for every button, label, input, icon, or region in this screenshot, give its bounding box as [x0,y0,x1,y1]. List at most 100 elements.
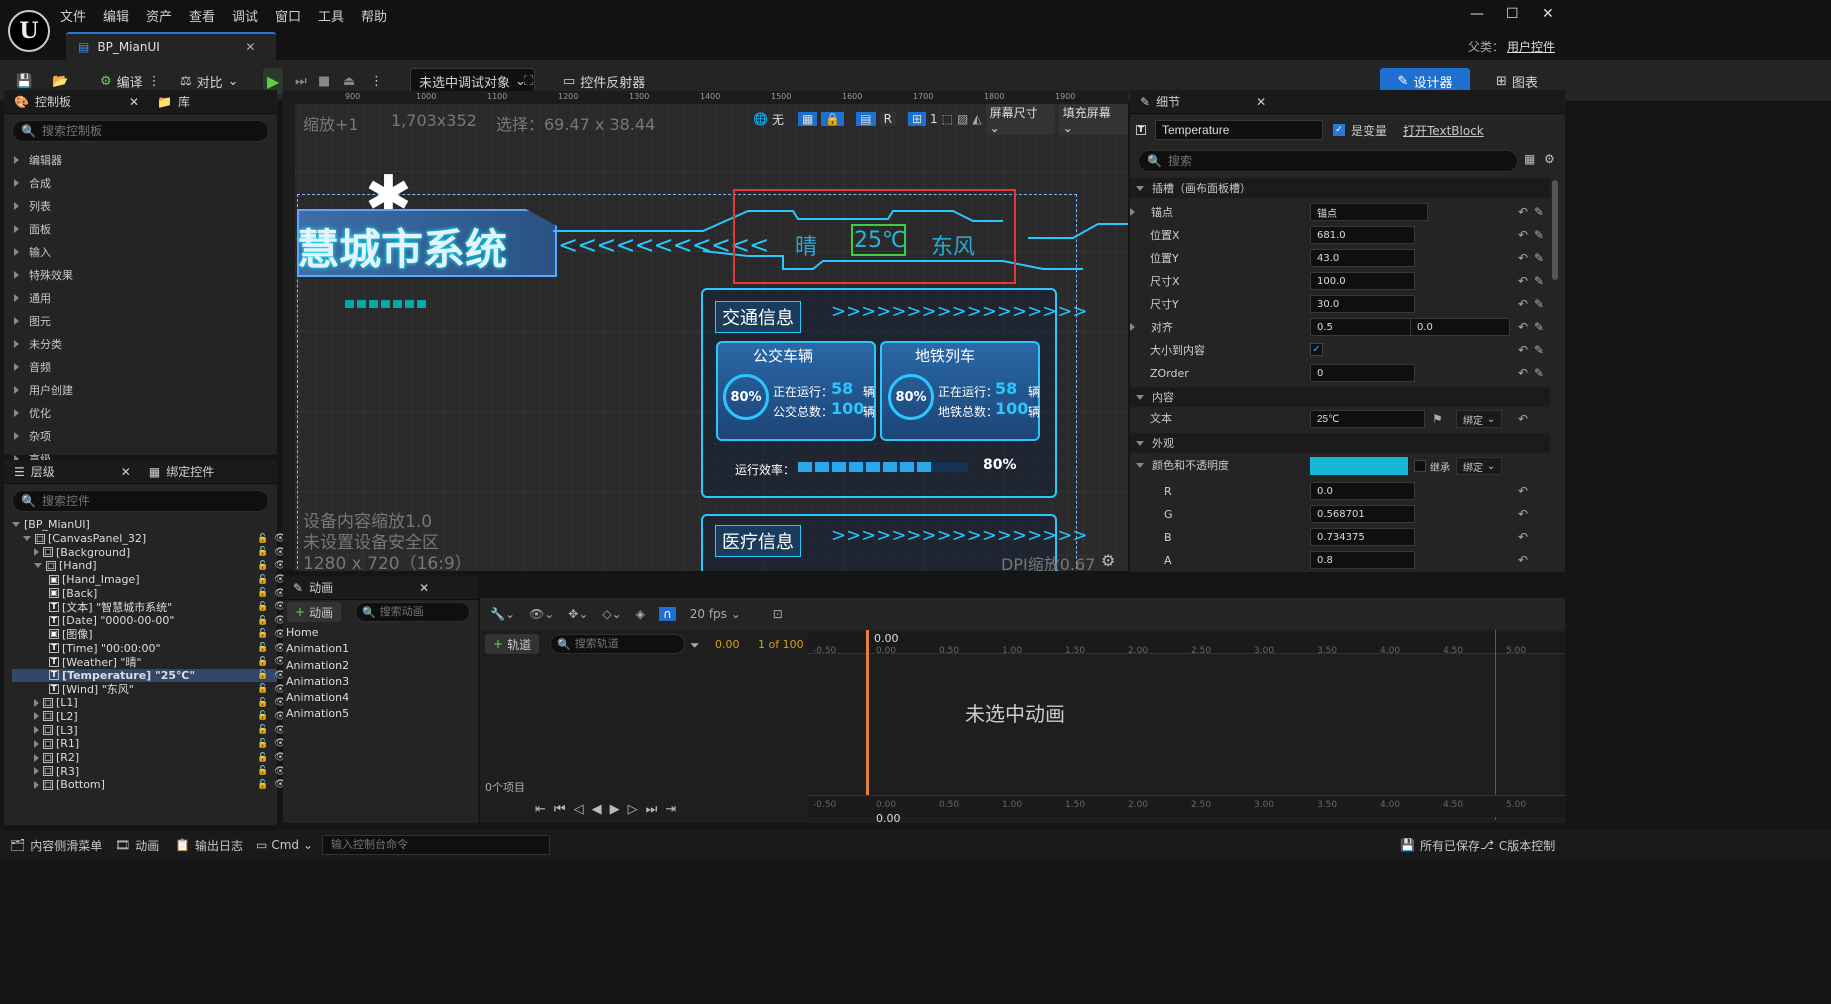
curve-editor-icon[interactable]: ⊡ [773,607,783,621]
console-input[interactable] [322,835,550,855]
palette-category[interactable]: 优化 [4,401,277,424]
details-tab[interactable]: ✎ 细节 ✕ [1140,93,1266,110]
animation-item[interactable]: Animation4 [286,691,349,707]
reset-icon[interactable]: ↶ [1518,484,1528,498]
tree-item[interactable]: T [文本] "智慧城市系统" 🔓 👁 [12,600,287,614]
tree-item[interactable]: □ [L1] 🔓 👁 [12,696,287,710]
step-back-icon[interactable]: ◁ [574,802,584,817]
settings-icon[interactable]: ⚙ [1544,152,1555,166]
filter-icon[interactable]: ⏷ [690,638,700,653]
table-view-icon[interactable]: ▦ [1524,152,1535,166]
expand-icon[interactable] [34,698,39,707]
details-search-input[interactable] [1167,154,1483,168]
weather-text[interactable]: 晴 [795,229,817,261]
animation-item[interactable]: Animation1 [286,642,349,658]
color-bind-select[interactable]: 绑定 ⌄ [1456,457,1503,475]
menu-view[interactable]: 查看 [189,6,215,25]
close-icon[interactable]: ✕ [419,581,429,595]
eye-icon[interactable]: 👁⌄ [529,607,554,621]
next-key-icon[interactable]: ⏭ [646,802,658,817]
lock-icon[interactable]: 🔓 [257,629,268,639]
hierarchy-search[interactable]: 🔍 [12,490,269,512]
lock-icon[interactable]: 🔓 [257,780,268,790]
close-window-icon[interactable]: ✕ [1542,6,1554,22]
tree-item[interactable]: [BP_MianUI] [12,518,277,532]
key-icon[interactable]: ◇⌄ [602,607,621,621]
tree-item[interactable]: T [Time] "00:00:00" 🔓 👁 [12,641,287,655]
cmd-select[interactable]: ▭ Cmd ⌄ [256,838,313,852]
expand-icon[interactable] [23,536,31,542]
lock-icon[interactable]: 🔓 [257,670,268,680]
color-channel-field[interactable]: 0.8 [1310,551,1415,569]
playhead[interactable] [866,630,869,795]
details-scrollbar[interactable] [1552,180,1558,280]
detail-value-field[interactable]: 0 [1310,364,1415,382]
color-channel-field[interactable]: 0.734375 [1310,528,1415,546]
menu-help[interactable]: 帮助 [361,6,387,25]
palette-category[interactable]: 用户创建 [4,378,277,401]
menu-edit[interactable]: 编辑 [103,6,129,25]
content-drawer-button[interactable]: 🗂 内容侧滑菜单 [10,837,102,854]
reset-icon[interactable]: ↶ [1518,366,1528,380]
close-tab-icon[interactable]: ✕ [245,40,255,54]
tree-item[interactable]: □ [R1] 🔓 👁 [12,737,287,751]
expand-icon[interactable] [1130,208,1135,216]
menu-tools[interactable]: 工具 [318,6,344,25]
lock-icon[interactable]: 🔓 [257,547,268,557]
detail-value-field[interactable]: 681.0 [1310,226,1415,244]
palette-category[interactable]: 编辑器 [4,148,277,171]
detail-value-field[interactable]: 100.0 [1310,272,1415,290]
tree-item[interactable]: T [Temperature] "25℃" 🔓 👁 [12,668,287,683]
expand-icon[interactable] [34,739,39,748]
designer-viewport[interactable]: 900 1000 1100 1200 1300 1400 1500 1600 1700 1800 1… [283,91,1128,571]
dpi-settings-icon[interactable]: ⚙ [1101,551,1115,570]
tree-item[interactable]: □ [R3] 🔓 👁 [12,764,287,778]
lock-icon[interactable]: 🔓 [257,602,268,612]
maximize-icon[interactable]: ☐ [1506,6,1519,22]
reset-icon[interactable]: ↶ [1518,412,1528,426]
palette-category[interactable]: 合成 [4,171,277,194]
temperature-text[interactable]: 25℃ [854,228,907,253]
lock-icon[interactable]: 🔓 [257,657,268,667]
transform-icon[interactable]: ✥⌄ [568,607,588,621]
expand-icon[interactable] [1130,323,1135,331]
localize-flag-icon[interactable]: ⚑ [1432,412,1443,426]
lock-icon[interactable]: 🔓 [257,616,268,626]
edit-icon[interactable]: ✎ [1534,343,1544,357]
lock-icon[interactable]: 🔓 [257,711,268,721]
wind-text[interactable]: 东风 [931,229,975,261]
reset-icon[interactable]: ↶ [1518,228,1528,242]
jump-end-icon[interactable]: ⇥ [665,802,676,817]
palette-category[interactable]: 列表 [4,194,277,217]
reset-icon[interactable]: ↶ [1518,205,1528,219]
palette-search-input[interactable] [41,124,252,138]
lock-icon[interactable]: 🔓 [257,739,268,749]
lock-icon[interactable]: 🔓 [257,698,268,708]
appearance-section-header[interactable]: 外观 [1130,433,1550,453]
palette-category[interactable]: 未分类 [4,332,277,355]
animation-item[interactable]: Animation3 [286,675,349,691]
add-track-button[interactable]: + 轨道 [485,634,540,654]
expand-icon[interactable] [34,726,39,735]
hierarchy-search-input[interactable] [41,494,252,508]
track-search-input[interactable] [574,638,675,650]
widget-name-input[interactable] [1155,120,1323,140]
output-log-button[interactable]: 📋 输出日志 [175,837,243,854]
color-channel-field[interactable]: 0.0 [1310,482,1415,500]
play-reverse-icon[interactable]: ◀ [592,802,602,817]
lock-icon[interactable]: 🔓 [257,725,268,735]
document-tab[interactable]: ▤ BP_MianUI ✕ [66,32,276,60]
track-search[interactable]: 🔍 [550,634,685,654]
reset-icon[interactable]: ↶ [1518,530,1528,544]
tree-item[interactable]: T [Date] "0000-00-00" 🔓 👁 [12,614,287,628]
wrench-icon[interactable]: 🔧⌄ [490,607,515,621]
open-textblock-link[interactable]: 打开TextBlock [1403,122,1484,139]
add-animation-button[interactable]: + 动画 [287,602,342,622]
close-icon[interactable]: ✕ [121,465,131,479]
edit-icon[interactable]: ✎ [1534,366,1544,380]
jump-start-icon[interactable]: ⇤ [535,802,546,817]
edit-icon[interactable]: ✎ [1534,251,1544,265]
lock-icon[interactable]: 🔓 [257,643,268,653]
close-icon[interactable]: ✕ [1256,95,1266,109]
tree-item[interactable]: □ [L2] 🔓 👁 [12,710,287,724]
